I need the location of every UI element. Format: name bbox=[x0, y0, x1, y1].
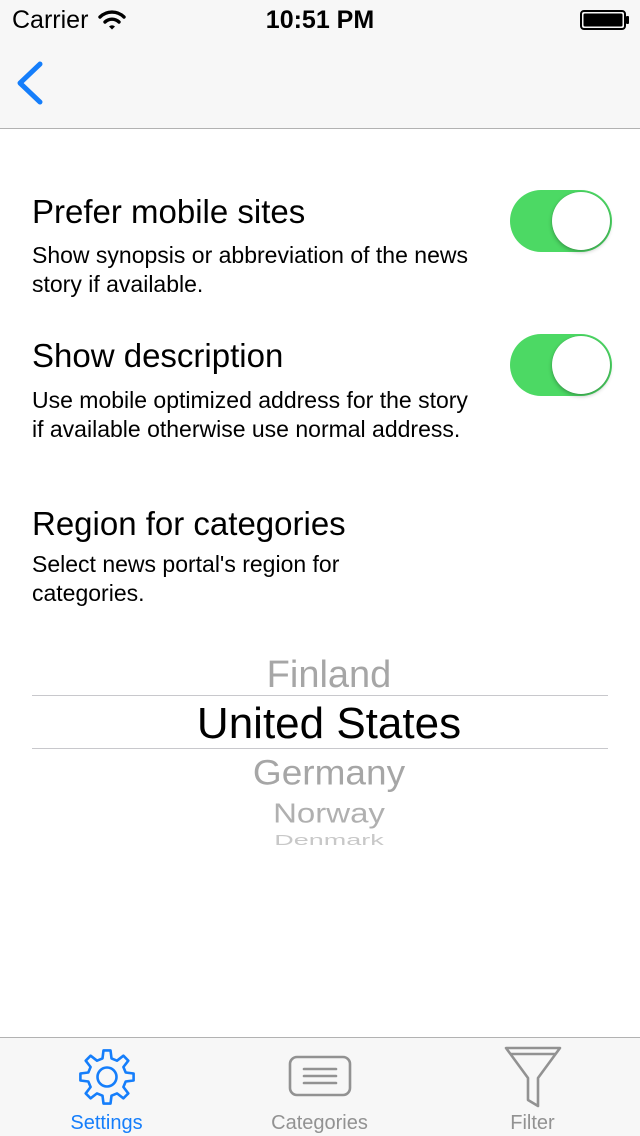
setting-description: Select news portal's region for categori… bbox=[32, 551, 340, 606]
tab-categories[interactable]: Categories bbox=[213, 1038, 426, 1136]
list-icon bbox=[213, 1044, 426, 1110]
clock-time: 10:51 PM bbox=[265, 6, 375, 34]
battery-icon bbox=[580, 10, 630, 30]
setting-title: Show description bbox=[32, 337, 284, 374]
prefer-mobile-sites-toggle[interactable] bbox=[510, 190, 612, 252]
setting-title: Prefer mobile sites bbox=[32, 193, 306, 230]
navigation-bar bbox=[0, 40, 640, 129]
tab-label: Filter bbox=[510, 1112, 555, 1134]
status-bar: Carrier 10:51 PM bbox=[0, 0, 640, 40]
picker-selection-line-top bbox=[32, 695, 608, 696]
setting-title: Region for categories bbox=[32, 505, 346, 542]
region-picker[interactable]: Finland United States Germany Norway Den… bbox=[32, 640, 608, 860]
tab-settings[interactable]: Settings bbox=[0, 1038, 213, 1136]
funnel-icon bbox=[426, 1044, 639, 1110]
picker-option[interactable]: Finland bbox=[32, 654, 608, 696]
setting-description: Use mobile optimized address for the sto… bbox=[32, 387, 468, 442]
show-description-toggle[interactable] bbox=[510, 334, 612, 396]
picker-option[interactable]: Germany bbox=[32, 753, 608, 793]
tab-filter[interactable]: Filter bbox=[426, 1038, 639, 1136]
picker-selection-line-bottom bbox=[32, 748, 608, 749]
settings-screen: Carrier 10:51 PM Prefer mobile sites Sho… bbox=[0, 0, 640, 1136]
setting-description: Show synopsis or abbreviation of the new… bbox=[32, 242, 468, 297]
tab-bar: Settings Categories Filter bbox=[0, 1037, 640, 1136]
chevron-left-icon bbox=[8, 61, 56, 116]
tab-label: Settings bbox=[70, 1112, 143, 1134]
toggle-knob bbox=[552, 336, 610, 394]
tab-label: Categories bbox=[271, 1112, 368, 1134]
gear-icon bbox=[0, 1044, 213, 1110]
picker-option[interactable]: Denmark bbox=[32, 832, 608, 849]
picker-option-selected[interactable]: United States bbox=[32, 700, 608, 748]
toggle-knob bbox=[552, 192, 610, 250]
picker-option[interactable]: Norway bbox=[32, 797, 608, 829]
back-button[interactable] bbox=[8, 54, 56, 112]
